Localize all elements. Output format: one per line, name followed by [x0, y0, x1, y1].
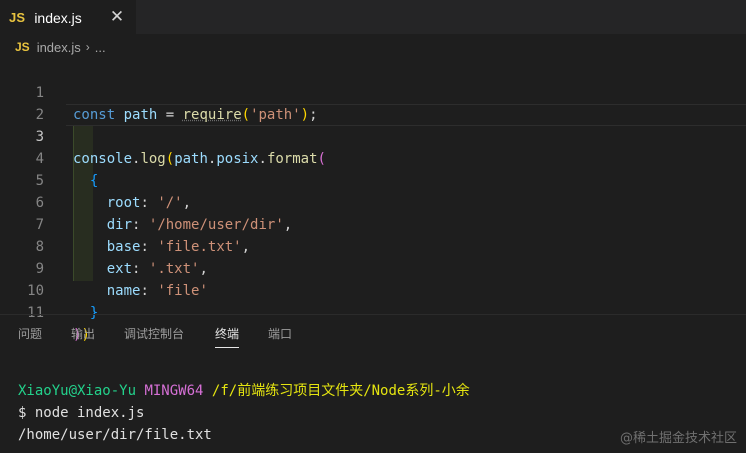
- terminal-env: MINGW64: [144, 383, 204, 399]
- javascript-file-icon: JS: [9, 10, 26, 25]
- terminal-user: XiaoYu@Xiao-Yu: [18, 383, 137, 399]
- tab-output[interactable]: 输出: [71, 318, 95, 350]
- tab-label: index.js: [34, 9, 82, 26]
- code-line-2: 2: [0, 82, 746, 123]
- breadcrumb: JS index.js › ...: [0, 36, 106, 58]
- terminal-result: /home/user/dir/file.txt: [18, 427, 212, 443]
- breadcrumb-item-file[interactable]: index.js: [37, 40, 81, 55]
- code-line-4: 4 {: [0, 126, 746, 189]
- code-line-6: 6 dir: '/home/user/dir',: [0, 170, 746, 233]
- terminal-command: $ node index.js: [18, 405, 145, 421]
- code-line-5: 5 root: '/',: [0, 148, 746, 211]
- code-line-10: 10 }: [0, 258, 746, 321]
- terminal-path: /f/前端练习项目文件夹/Node系列-小余: [211, 383, 470, 399]
- terminal-prompt-line: XiaoYu@Xiao-Yu MINGW64 /f/前端练习项目文件夹/Node…: [18, 380, 470, 402]
- javascript-file-icon: JS: [15, 40, 30, 54]
- tab-index-js[interactable]: JS index.js ✕: [0, 0, 136, 34]
- tab-debug-console[interactable]: 调试控制台: [124, 318, 184, 350]
- code-line-8: 8 ext: '.txt',: [0, 214, 746, 277]
- panel-tab-bar: 问题 输出 调试控制台 终端 端口: [0, 318, 746, 350]
- code-editor[interactable]: 1 const path = require('path'); 2 3 cons…: [0, 60, 746, 343]
- code-line-7: 7 base: 'file.txt',: [0, 192, 746, 255]
- code-line-9: 9 name: 'file': [0, 236, 746, 299]
- tab-terminal[interactable]: 终端: [215, 318, 240, 350]
- code-line-1: 1 const path = require('path');: [0, 60, 746, 123]
- watermark: @稀土掘金技术社区: [619, 431, 737, 446]
- close-icon[interactable]: ✕: [109, 7, 125, 27]
- tab-problems[interactable]: 问题: [18, 318, 42, 350]
- code-line-3: 3 console.log(path.posix.format(: [0, 104, 746, 167]
- editor-tab-bar: JS index.js ✕: [0, 0, 746, 34]
- panel-divider: [0, 314, 746, 315]
- breadcrumb-item-more[interactable]: ...: [95, 40, 106, 55]
- chevron-right-icon: ›: [85, 40, 90, 54]
- tab-ports[interactable]: 端口: [268, 318, 292, 350]
- code-line-11: 11 )): [0, 280, 746, 343]
